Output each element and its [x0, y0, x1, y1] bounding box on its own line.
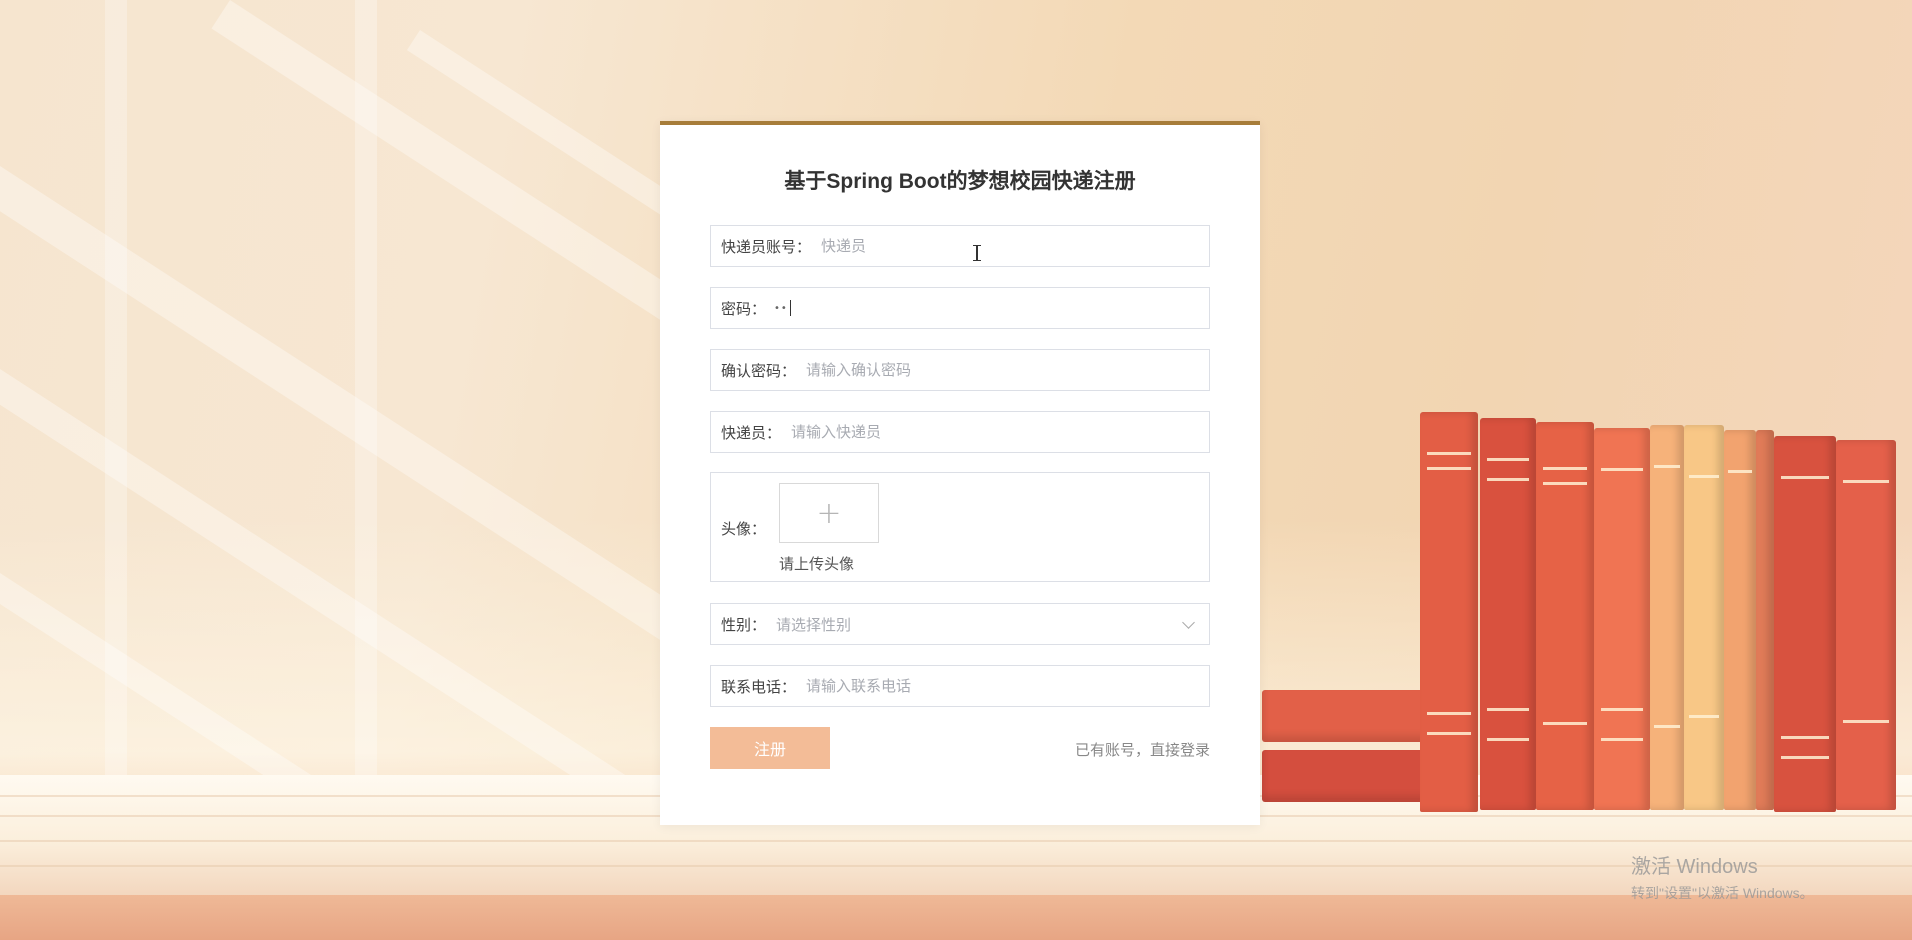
avatar-field: 头像： + 请上传头像: [710, 472, 1210, 582]
book-spine: [1836, 440, 1896, 810]
avatar-label: 头像：: [721, 520, 767, 538]
account-field: 快递员账号：: [710, 225, 1210, 267]
avatar-upload-hint: 请上传头像: [779, 555, 855, 573]
watermark-title: 激活 Windows: [1631, 856, 1758, 878]
windows-activation-watermark: 激活 Windows 转到"设置"以激活 Windows。: [1631, 850, 1814, 903]
password-field: 密码： ••: [710, 287, 1210, 329]
gender-placeholder: 请选择性别: [776, 615, 852, 634]
phone-label: 联系电话：: [721, 677, 797, 696]
book-spine: [1594, 428, 1650, 810]
gender-label: 性别：: [721, 615, 767, 634]
book-spine: [1774, 436, 1836, 812]
courier-label: 快递员：: [721, 423, 782, 442]
courier-input[interactable]: [781, 412, 1209, 452]
password-label: 密码：: [721, 299, 767, 318]
account-input[interactable]: [811, 226, 1209, 266]
password-value: ••: [774, 302, 788, 314]
confirm-password-field: 确认密码：: [710, 349, 1210, 391]
book-spine: [1536, 422, 1594, 810]
plus-icon: +: [816, 495, 842, 531]
account-label: 快递员账号：: [721, 237, 812, 256]
table-plank: [0, 865, 1912, 867]
confirm-password-input[interactable]: [796, 350, 1209, 390]
phone-input[interactable]: [796, 666, 1209, 706]
book-spine: [1650, 425, 1684, 810]
avatar-upload-button[interactable]: +: [779, 483, 879, 543]
chevron-down-icon: [1182, 615, 1195, 629]
phone-field: 联系电话：: [710, 665, 1210, 707]
book-spine: [1756, 430, 1774, 810]
password-input[interactable]: ••: [766, 288, 1209, 328]
text-cursor-icon: [973, 245, 981, 261]
courier-field: 快递员：: [710, 411, 1210, 453]
table-plank: [0, 840, 1912, 842]
register-card: 基于Spring Boot的梦想校园快递注册 快递员账号： 密码： •• 确认密…: [660, 121, 1260, 825]
confirm-password-label: 确认密码：: [721, 361, 797, 380]
watermark-subtitle: 转到"设置"以激活 Windows。: [1631, 885, 1814, 901]
table-edge: [0, 895, 1912, 940]
book-spine: [1480, 418, 1536, 810]
book-spine: [1420, 412, 1478, 812]
book-spine: [1724, 430, 1756, 810]
book-spine: [1684, 425, 1724, 810]
text-caret: [789, 300, 791, 316]
page-title: 基于Spring Boot的梦想校园快递注册: [784, 170, 1136, 193]
gender-select[interactable]: 性别： 请选择性别: [710, 603, 1210, 645]
login-link[interactable]: 已有账号，直接登录: [1075, 739, 1210, 760]
register-button[interactable]: 注册: [710, 727, 830, 769]
